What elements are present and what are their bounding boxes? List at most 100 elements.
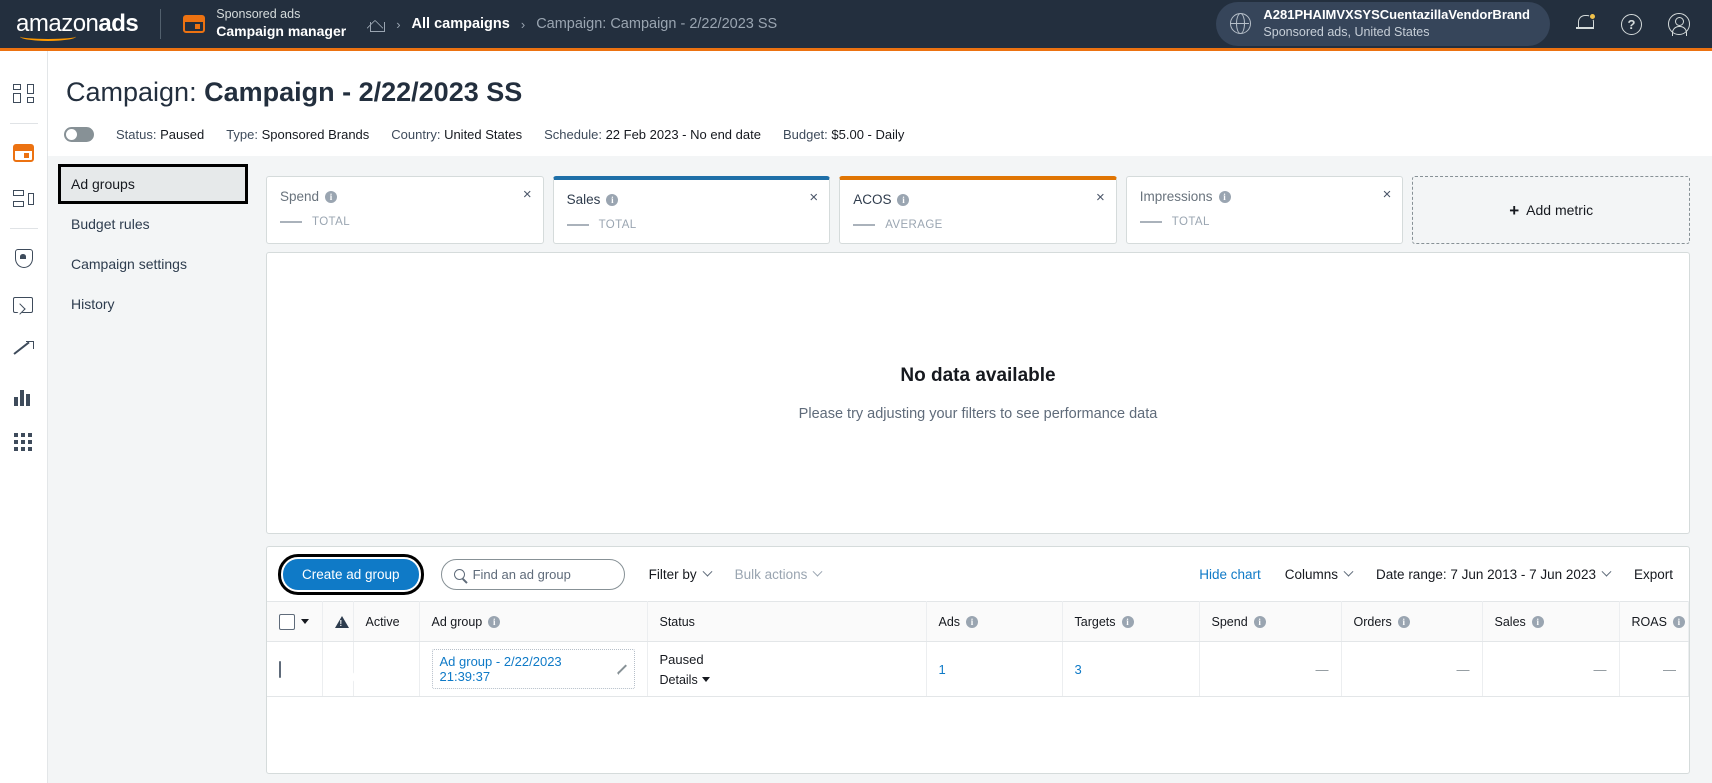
breadcrumb-all-campaigns[interactable]: All campaigns bbox=[412, 16, 510, 32]
metric-card-acos[interactable]: ACOS i × AVERAGE bbox=[839, 176, 1117, 244]
chevron-down-icon bbox=[1343, 566, 1354, 577]
no-data-title: No data available bbox=[900, 364, 1056, 386]
chevron-down-icon bbox=[701, 677, 710, 682]
meta-schedule-label: Schedule: bbox=[544, 127, 602, 142]
row-checkbox[interactable] bbox=[279, 660, 281, 678]
brand-safety-icon-button[interactable] bbox=[0, 235, 48, 281]
metric-card-value: TOTAL bbox=[1139, 216, 1210, 228]
amazon-ads-logo[interactable]: amazonads bbox=[16, 10, 139, 41]
cell-ads: 1 bbox=[926, 641, 1063, 697]
chevron-down-icon bbox=[702, 566, 713, 577]
ad-group-name-editable[interactable]: Ad group - 2/22/2023 21:39:37 bbox=[431, 649, 635, 689]
campaign-icon bbox=[13, 144, 34, 162]
cell-status: Paused Details bbox=[647, 641, 927, 697]
creatives-icon-button[interactable] bbox=[0, 281, 48, 327]
sidebar-item-ad-groups[interactable]: Ad groups bbox=[58, 164, 248, 204]
targets-count-link[interactable]: 3 bbox=[1075, 662, 1082, 677]
info-icon[interactable]: i bbox=[606, 193, 619, 206]
th-targets: Targets i bbox=[1062, 601, 1200, 642]
meta-type-label: Type: bbox=[226, 127, 258, 142]
info-icon[interactable]: i bbox=[488, 615, 501, 628]
gallery-icon bbox=[13, 294, 34, 315]
table-header-row: Active Ad groupi Status Adsi Targetsi bbox=[267, 601, 1689, 642]
breadcrumb-separator-2: › bbox=[520, 16, 526, 32]
campaigns-icon-button[interactable] bbox=[0, 130, 48, 176]
user-icon[interactable] bbox=[1668, 13, 1690, 36]
ads-count-link[interactable]: 1 bbox=[939, 662, 946, 677]
select-all-checkbox[interactable] bbox=[279, 613, 295, 630]
info-icon[interactable]: i bbox=[1253, 615, 1266, 628]
filter-by-dropdown[interactable]: Filter by bbox=[649, 566, 713, 582]
account-switcher[interactable]: A281PHAIMVXSYSCuentazillaVendorBrand Spo… bbox=[1216, 2, 1550, 46]
dashboard-icon-button[interactable] bbox=[0, 71, 48, 117]
meta-budget-value: $5.00 - Daily bbox=[831, 127, 905, 142]
th-warning bbox=[322, 601, 354, 642]
status-details-link[interactable]: Details bbox=[660, 673, 710, 687]
th-active: Active bbox=[353, 601, 420, 642]
metric-card-spend[interactable]: Spend i × TOTAL bbox=[266, 176, 544, 244]
meta-status: Status: Paused bbox=[116, 127, 204, 142]
export-button[interactable]: Export bbox=[1634, 567, 1673, 582]
date-range-picker[interactable]: Date range: 7 Jun 2013 - 7 Jun 2023 bbox=[1376, 566, 1612, 582]
plus-icon: + bbox=[1509, 200, 1520, 220]
columns-dropdown[interactable]: Columns bbox=[1284, 566, 1354, 582]
header-actions: ? bbox=[1576, 13, 1690, 36]
campaign-status-toggle[interactable] bbox=[64, 127, 94, 142]
hide-chart-button[interactable]: Hide chart bbox=[1199, 567, 1261, 582]
bulk-actions-label: Bulk actions bbox=[734, 566, 808, 582]
columns-label: Columns bbox=[1284, 566, 1339, 582]
info-icon[interactable]: i bbox=[1531, 615, 1544, 628]
close-icon[interactable]: × bbox=[809, 190, 818, 205]
cell-select bbox=[267, 641, 323, 697]
metric-label-text: Sales bbox=[566, 192, 601, 207]
th-select-all bbox=[267, 601, 323, 642]
info-icon[interactable]: i bbox=[897, 193, 910, 206]
info-icon[interactable]: i bbox=[325, 190, 338, 203]
roas-value: — bbox=[1663, 661, 1676, 677]
search-input[interactable] bbox=[472, 566, 613, 582]
info-icon[interactable]: i bbox=[1672, 615, 1685, 628]
metric-card-value: TOTAL bbox=[566, 219, 637, 231]
th-orders: Orders i bbox=[1341, 601, 1483, 642]
th-roas: ROAS i bbox=[1619, 601, 1689, 642]
ad-groups-icon-button[interactable] bbox=[0, 176, 48, 222]
sidebar-item-budget-rules[interactable]: Budget rules bbox=[58, 204, 248, 244]
meta-type: Type: Sponsored Brands bbox=[226, 127, 369, 142]
metric-card-impressions[interactable]: Impressions i × TOTAL bbox=[1125, 176, 1404, 244]
info-icon[interactable]: i bbox=[966, 615, 979, 628]
close-icon[interactable]: × bbox=[1096, 190, 1105, 205]
meta-status-label: Status: bbox=[116, 127, 157, 142]
app-title: Sponsored ads Campaign manager bbox=[216, 7, 346, 40]
bulk-actions-dropdown[interactable]: Bulk actions bbox=[734, 566, 823, 582]
info-icon[interactable]: i bbox=[1121, 615, 1134, 628]
metric-card-sales[interactable]: Sales i × TOTAL bbox=[552, 176, 831, 244]
metric-card-label: Sales i bbox=[567, 192, 619, 207]
home-icon[interactable] bbox=[368, 17, 386, 32]
details-label: Details bbox=[659, 672, 698, 687]
sidebar-item-history[interactable]: History bbox=[58, 284, 248, 324]
th-label: Spend bbox=[1211, 614, 1248, 629]
add-metric-button[interactable]: + Add metric bbox=[1412, 176, 1690, 244]
insights-icon-button[interactable] bbox=[0, 327, 48, 373]
date-range-label: Date range: 7 Jun 2013 - 7 Jun 2023 bbox=[1376, 566, 1596, 582]
apps-icon-button[interactable] bbox=[0, 419, 48, 465]
info-icon[interactable]: i bbox=[1397, 615, 1410, 628]
reports-icon-button[interactable] bbox=[0, 373, 48, 419]
table-toolbar: Create ad group Filter by Bulk actions H… bbox=[267, 547, 1689, 601]
pencil-icon[interactable] bbox=[616, 664, 627, 675]
info-icon[interactable]: i bbox=[1218, 190, 1231, 203]
warning-icon bbox=[334, 615, 349, 628]
bell-icon[interactable] bbox=[1576, 13, 1596, 34]
help-icon[interactable]: ? bbox=[1621, 13, 1642, 35]
cell-roas: — bbox=[1619, 641, 1689, 697]
spend-value: — bbox=[1315, 661, 1329, 677]
value-dash-icon bbox=[1139, 221, 1162, 223]
close-icon[interactable]: × bbox=[1383, 187, 1392, 202]
chevron-down-icon[interactable] bbox=[301, 619, 309, 624]
sidebar-item-campaign-settings[interactable]: Campaign settings bbox=[58, 244, 248, 284]
left-rail bbox=[0, 51, 48, 783]
create-ad-group-button[interactable]: Create ad group bbox=[278, 553, 424, 595]
search-box[interactable] bbox=[440, 558, 625, 590]
close-icon[interactable]: × bbox=[523, 187, 532, 202]
shield-icon bbox=[13, 248, 34, 269]
